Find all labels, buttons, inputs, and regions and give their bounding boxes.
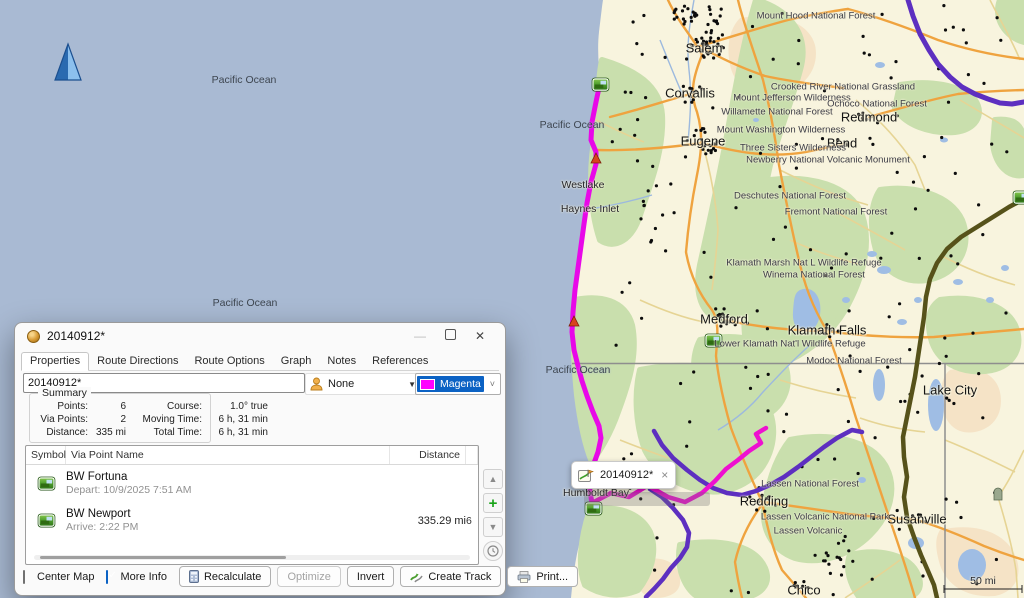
move-down-button[interactable]: ▼: [483, 517, 503, 537]
waypoint-icon: [37, 476, 56, 491]
tab-graph[interactable]: Graph: [273, 353, 320, 370]
dialog-titlebar[interactable]: 20140912* — ✕: [15, 323, 505, 349]
optimize-button[interactable]: Optimize: [277, 566, 340, 587]
via-point-distance: 335.29 mi: [390, 515, 466, 527]
color-dropdown[interactable]: Magenta ˅: [415, 373, 501, 395]
route-flag-icon: [578, 469, 594, 482]
scrollbar-thumb[interactable]: [40, 556, 286, 559]
route-dialog-icon: [27, 330, 40, 343]
table-header: Symbol Via Point Name Distance: [26, 446, 478, 465]
create-track-button[interactable]: Create Track: [400, 566, 501, 587]
waypoint-icon: [705, 334, 722, 347]
person-icon: [310, 377, 323, 391]
color-dropdown-selection: Magenta: [417, 376, 484, 392]
add-via-point-button[interactable]: +: [483, 493, 503, 513]
time-button[interactable]: [483, 541, 503, 561]
more-info-checkbox[interactable]: [106, 570, 108, 584]
via-point-subtext: Depart: 10/9/2025 7:51 AM: [66, 484, 192, 496]
col-clipped: [466, 446, 478, 464]
tab-references[interactable]: References: [364, 353, 436, 370]
route-tooltip[interactable]: 20140912* ×: [571, 461, 676, 489]
dialog-footer: Center Map More Info Recalculate Optimiz…: [23, 565, 497, 588]
via-points-table[interactable]: Symbol Via Point Name Distance BW Fortun…: [25, 445, 479, 565]
tab-route-options[interactable]: Route Options: [186, 353, 272, 370]
via-point-subtext: Arrive: 2:22 PM: [66, 521, 138, 533]
clipped-cell: 6: [466, 515, 478, 527]
magenta-swatch: [420, 379, 435, 390]
table-row[interactable]: BW Newport Arrive: 2:22 PM 335.29 mi 6: [26, 502, 478, 539]
tab-properties[interactable]: Properties: [21, 352, 89, 371]
waypoint-icon: [1013, 191, 1024, 204]
north-arrow-icon: [55, 44, 81, 80]
col-symbol: Symbol: [26, 446, 66, 464]
col-via-point-name: Via Point Name: [66, 446, 390, 464]
route-highlight-bar: [584, 492, 710, 506]
link-dropdown[interactable]: None ▼: [305, 373, 421, 395]
summary-legend: Summary: [38, 387, 91, 399]
link-dropdown-value: None: [328, 378, 403, 390]
col-distance: Distance: [390, 446, 466, 464]
recalculate-button[interactable]: Recalculate: [179, 566, 271, 587]
print-button[interactable]: Print...: [507, 566, 578, 587]
dialog-title: 20140912*: [47, 329, 405, 343]
summary-groupbox: Summary Points:6 Course:1.0° true Via Po…: [29, 393, 211, 443]
move-up-button[interactable]: ▲: [483, 469, 503, 489]
tab-strip: Properties Route Directions Route Option…: [21, 352, 499, 371]
waypoint-icon: [37, 513, 56, 528]
printer-icon: [517, 571, 531, 583]
waypoint-icon: [592, 78, 609, 91]
via-point-name: BW Newport: [66, 508, 131, 520]
tab-notes[interactable]: Notes: [319, 353, 364, 370]
tooltip-close-icon[interactable]: ×: [661, 469, 668, 481]
maximize-button[interactable]: [435, 329, 465, 343]
summary-row: Points:6 Course:1.0° true: [32, 400, 208, 413]
route-properties-dialog: 20140912* — ✕ Properties Route Direction…: [14, 322, 506, 596]
more-info-label: More Info: [120, 571, 166, 583]
route-tooltip-label: 20140912*: [600, 469, 653, 481]
via-point-name: BW Fortuna: [66, 471, 127, 483]
center-map-label: Center Map: [37, 571, 94, 583]
tab-route-directions[interactable]: Route Directions: [89, 353, 186, 370]
maximize-icon: [445, 329, 456, 340]
summary-row: Distance:335 mi Total Time:6 h, 31 min: [32, 426, 208, 439]
invert-button[interactable]: Invert: [347, 566, 395, 587]
table-row[interactable]: BW Fortuna Depart: 10/9/2025 7:51 AM: [26, 465, 478, 502]
track-icon: [410, 571, 423, 583]
minimize-button: —: [405, 329, 435, 343]
center-map-checkbox[interactable]: [23, 570, 25, 584]
milestone-icon: [994, 488, 1002, 500]
summary-row: Via Points:2 Moving Time:6 h, 31 min: [32, 413, 208, 426]
calculator-icon: [189, 570, 199, 583]
chevron-down-icon: ˅: [485, 379, 500, 389]
close-button[interactable]: ✕: [465, 329, 495, 343]
clock-icon: [487, 545, 499, 557]
app-window: Pacific OceanPacific OceanPacific OceanP…: [0, 0, 1024, 598]
horizontal-scrollbar[interactable]: [34, 555, 470, 560]
reorder-buttons: ▲ + ▼: [483, 469, 503, 561]
color-dropdown-value: Magenta: [440, 378, 481, 390]
